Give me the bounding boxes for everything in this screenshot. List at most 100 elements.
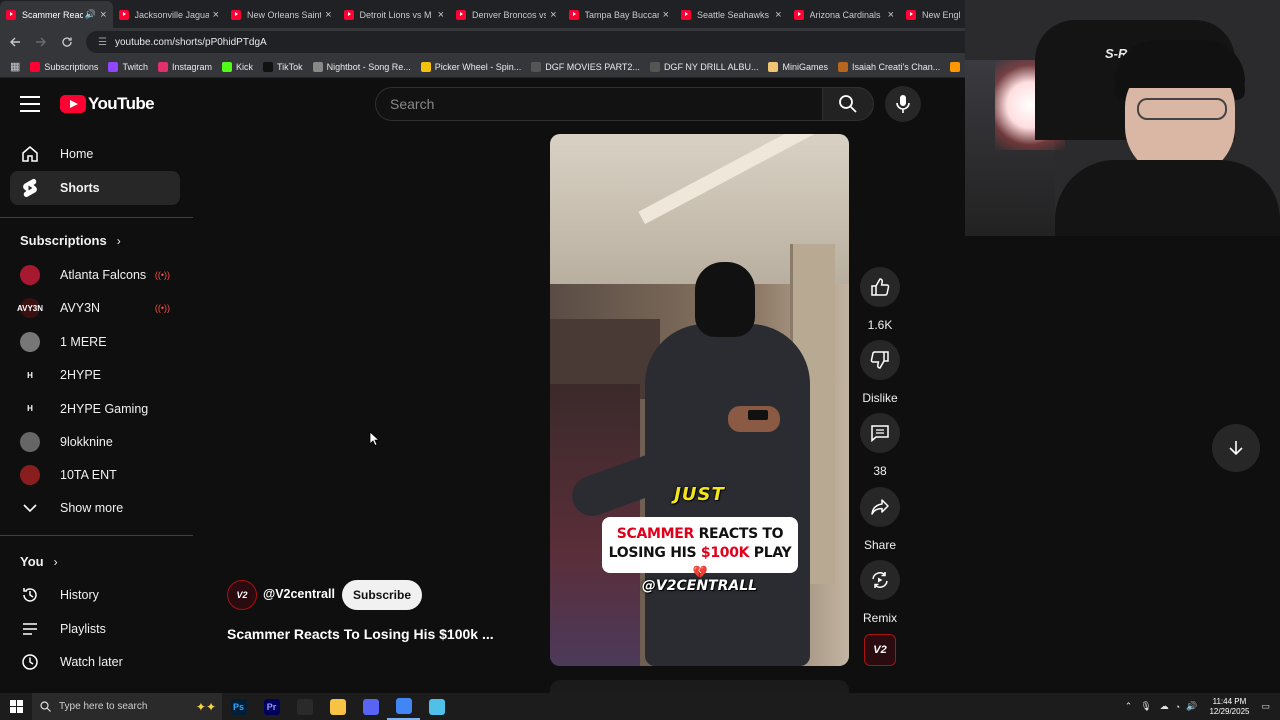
browser-tab[interactable]: Denver Broncos vs × — [450, 1, 563, 28]
search-button[interactable] — [822, 87, 874, 121]
video-frame-person-head — [695, 262, 755, 337]
notifications-icon[interactable]: ▭ — [1261, 701, 1270, 712]
next-video-button[interactable] — [1212, 424, 1260, 472]
taskbar-app-file-explorer[interactable] — [321, 693, 354, 720]
subscription-name: 2HYPE Gaming — [60, 401, 149, 416]
channel-name[interactable]: @V2centrall — [263, 587, 335, 601]
sidebar-item-history[interactable]: History — [10, 578, 180, 612]
bookmark-item[interactable]: Nightbot - Song Re... — [312, 61, 411, 72]
voice-search-button[interactable] — [885, 86, 921, 122]
youtube-logo[interactable]: YouTube — [60, 94, 155, 114]
subscription-item[interactable]: 9lokknine — [10, 425, 180, 459]
video-title[interactable]: Scammer Reacts To Losing His $100k ... — [227, 626, 537, 642]
subscription-name: 2HYPE — [60, 368, 101, 383]
back-button[interactable] — [4, 31, 26, 53]
apps-icon[interactable]: ▦ — [10, 60, 20, 73]
taskbar-search-input[interactable]: Type here to search ✦✦ — [32, 693, 222, 720]
subscription-item[interactable]: 1 MERE — [10, 325, 180, 359]
browser-tab[interactable]: Tampa Bay Buccan × — [563, 1, 676, 28]
taskbar-app-photoshop[interactable]: Ps — [222, 693, 255, 720]
subscription-item[interactable]: H 2HYPE — [10, 358, 180, 392]
bookmark-item[interactable]: MiniGames — [768, 61, 828, 72]
shorts-video-player[interactable]: JUST SCAMMER REACTS TO LOSING HIS $100K … — [550, 134, 849, 666]
search-input[interactable]: Search — [375, 87, 823, 121]
like-button[interactable] — [860, 267, 900, 307]
audio-playing-icon[interactable]: 🔊 — [85, 9, 96, 20]
browser-tab[interactable]: Arizona Cardinals × — [788, 1, 901, 28]
menu-icon[interactable] — [20, 96, 40, 112]
start-button[interactable] — [0, 693, 32, 720]
taskbar-app-premiere[interactable]: Pr — [255, 693, 288, 720]
close-tab-icon[interactable]: × — [888, 9, 894, 21]
browser-tab[interactable]: Seattle Seahawks × — [675, 1, 788, 28]
browser-tab[interactable]: Jacksonville Jaguar × — [113, 1, 226, 28]
reload-button[interactable] — [56, 31, 78, 53]
subscription-item[interactable]: AVY3N AVY3N ((•)) — [10, 291, 180, 325]
subscriptions-heading[interactable]: Subscriptions › — [20, 233, 121, 248]
windows-icon — [9, 700, 23, 713]
taskbar: Type here to search ✦✦ Ps Pr ⌃ 🎙 ☁ ◔ 🔊 11… — [0, 693, 1280, 720]
bookmark-item[interactable]: DGF NY DRILL ALBU... — [649, 61, 758, 72]
microphone-icon[interactable]: 🎙 — [1140, 701, 1151, 712]
close-tab-icon[interactable]: × — [213, 9, 219, 21]
clock[interactable]: 11:44 PM 12/29/2025 — [1209, 697, 1249, 717]
taskbar-app-chrome[interactable] — [387, 693, 420, 720]
taskbar-app-discord[interactable] — [354, 693, 387, 720]
browser-tab[interactable]: New Orleans Saint × — [225, 1, 338, 28]
bookmark-item[interactable]: Instagram — [157, 61, 212, 72]
subscription-item[interactable]: 10TA ENT — [10, 458, 180, 492]
sidebar-item-shorts[interactable]: Shorts — [10, 171, 180, 205]
volume-icon[interactable]: 🔊 — [1186, 701, 1197, 712]
like-count: 1.6K — [867, 318, 893, 332]
close-tab-icon[interactable]: × — [438, 9, 444, 21]
chevron-down-icon — [20, 498, 40, 518]
sidebar-item-label: Playlists — [60, 622, 106, 636]
subscription-item[interactable]: H 2HYPE Gaming — [10, 392, 180, 426]
bookmark-item[interactable]: Twitch — [108, 61, 148, 72]
chevron-up-icon[interactable]: ⌃ — [1125, 701, 1133, 712]
caption-handle: @V2CENTRALL — [641, 578, 758, 594]
subscription-item[interactable]: Atlanta Falcons ((•)) — [10, 258, 180, 292]
close-tab-icon[interactable]: × — [550, 9, 556, 21]
sidebar: Home Shorts Subscriptions › Atlanta Falc… — [0, 130, 193, 690]
close-tab-icon[interactable]: × — [100, 9, 106, 21]
tab-title: Scammer Reac — [22, 9, 83, 20]
bookmark-label: Twitch — [122, 61, 148, 72]
youtube-favicon-icon — [231, 9, 241, 20]
show-more-button[interactable]: Show more — [10, 491, 180, 525]
bookmark-favicon-icon — [263, 61, 273, 72]
channel-avatar[interactable]: V2 — [227, 580, 257, 610]
taskbar-app-notepad[interactable] — [420, 693, 453, 720]
bookmark-item[interactable]: DGF MOVIES PART2... — [531, 61, 640, 72]
sidebar-item-home[interactable]: Home — [10, 137, 180, 171]
remix-icon — [872, 572, 888, 588]
bookmark-item[interactable]: Isaiah Creati's Chan... — [837, 61, 940, 72]
remix-button[interactable] — [860, 560, 900, 600]
share-button[interactable] — [860, 487, 900, 527]
you-heading[interactable]: You › — [20, 554, 58, 569]
dislike-button[interactable] — [860, 340, 900, 380]
bookmark-item[interactable]: Subscriptions — [30, 61, 98, 72]
sidebar-item-watch-later[interactable]: Watch later — [10, 645, 180, 679]
wifi-icon[interactable]: ◔ — [1175, 702, 1180, 712]
browser-tab[interactable]: Scammer Reac 🔊 × — [0, 1, 113, 28]
address-bar[interactable]: ☰ youtube.com/shorts/pP0hidPTdgA — [86, 31, 986, 53]
bookmark-item[interactable]: TikTok — [263, 61, 303, 72]
subscribe-button[interactable]: Subscribe — [342, 580, 422, 610]
bookmark-item[interactable]: Kick — [221, 61, 253, 72]
comments-button[interactable] — [860, 413, 900, 453]
show-more-label: Show more — [60, 501, 124, 515]
sidebar-item-playlists[interactable]: Playlists — [10, 612, 180, 646]
bookmark-item[interactable]: Picker Wheel - Spin... — [420, 61, 521, 72]
close-tab-icon[interactable]: × — [663, 9, 669, 21]
site-info-icon[interactable]: ☰ — [98, 37, 107, 48]
cloud-icon[interactable]: ☁ — [1160, 701, 1169, 712]
channel-thumbnail[interactable]: V2 — [864, 634, 896, 666]
forward-button[interactable] — [30, 31, 52, 53]
close-tab-icon[interactable]: × — [325, 9, 331, 21]
caption-play: PLAY — [749, 545, 792, 561]
close-tab-icon[interactable]: × — [775, 9, 781, 21]
bookmark-label: Kick — [235, 61, 253, 72]
taskbar-app-obs[interactable] — [288, 693, 321, 720]
browser-tab[interactable]: Detroit Lions vs M × — [338, 1, 451, 28]
